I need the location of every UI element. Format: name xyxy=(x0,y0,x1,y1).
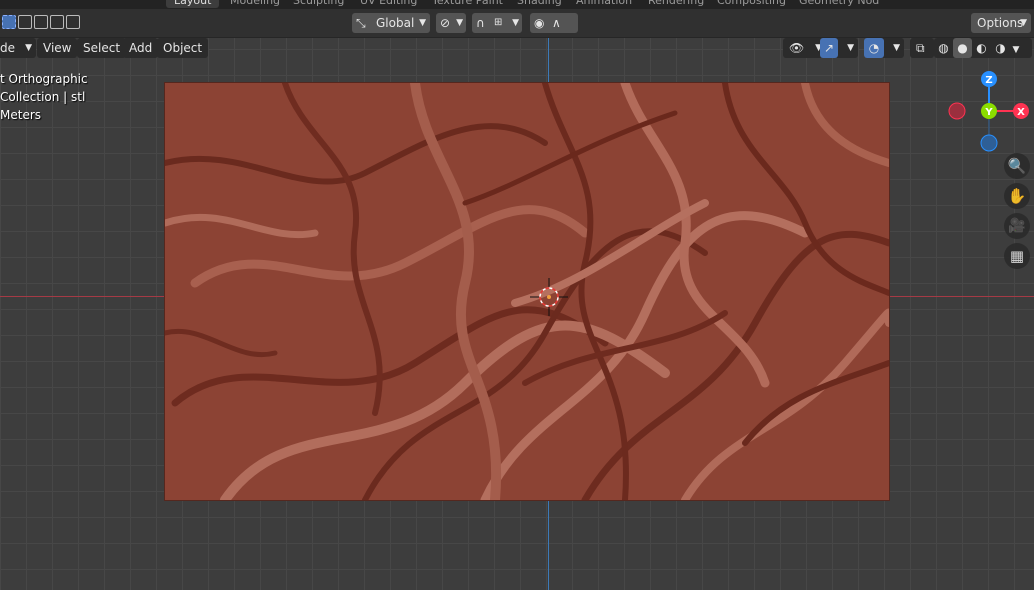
tab-layout[interactable]: Layout xyxy=(166,0,220,8)
pan-button[interactable]: ✋ xyxy=(1004,183,1030,209)
pivot-icon: ⊘ xyxy=(440,16,451,30)
gizmo-icon[interactable]: ↗ xyxy=(820,38,838,58)
proportional-edit-group[interactable]: ◉ ∧ xyxy=(530,13,578,33)
wireframe-shading-icon[interactable]: ◍ xyxy=(934,38,953,58)
ortho-toggle-button[interactable]: ▦ xyxy=(1004,243,1030,269)
textured-plane-object[interactable] xyxy=(165,83,889,500)
chevron-down-icon: ▼ xyxy=(25,43,32,53)
select-subtract-icon[interactable] xyxy=(34,15,48,29)
chevron-down-icon: ▼ xyxy=(1020,18,1027,28)
mode-dropdown[interactable]: de ▼ xyxy=(0,38,36,58)
snap-group[interactable]: ∩ ⊞ ▼ xyxy=(472,13,522,33)
shading-mode-group[interactable]: ◍ ● ◐ ◑ ▼ xyxy=(934,38,1032,58)
tab-compositing[interactable]: Compositing xyxy=(717,0,786,8)
gizmo-x-label: X xyxy=(1017,107,1025,118)
tab-uv-editing[interactable]: UV Editing xyxy=(360,0,417,8)
tab-sculpting[interactable]: Sculpting xyxy=(293,0,344,8)
tab-texture-paint[interactable]: Texture Paint xyxy=(432,0,503,8)
3d-cursor-icon[interactable] xyxy=(530,278,568,316)
orientation-icon: ⤡ xyxy=(356,16,366,30)
chevron-down-icon[interactable]: ▼ xyxy=(1010,40,1022,60)
xray-icon: ⧉ xyxy=(916,41,925,55)
options-label: Options xyxy=(977,16,1024,30)
overlays-icon[interactable]: ◔ xyxy=(864,38,884,58)
add-menu[interactable]: Add xyxy=(123,38,159,58)
camera-view-button[interactable]: 🎥 xyxy=(1004,213,1030,239)
chevron-down-icon: ▼ xyxy=(847,43,854,53)
gizmo-toggle-group[interactable]: ↗ ▼ xyxy=(820,38,858,58)
gizmo-z-label: Z xyxy=(985,75,992,86)
xray-toggle[interactable]: ⧉ xyxy=(910,38,934,58)
rendered-shading-icon[interactable]: ◑ xyxy=(991,38,1010,58)
tab-modeling[interactable]: Modeling xyxy=(230,0,280,8)
select-extend-icon[interactable] xyxy=(18,15,32,29)
gizmo-y-label: Y xyxy=(984,107,993,118)
neg-z-axis-icon xyxy=(980,134,998,152)
flame-relief-texture xyxy=(165,83,889,500)
overlays-toggle-group[interactable]: ◔ ▼ xyxy=(864,38,904,58)
select-mode-group[interactable] xyxy=(2,13,82,33)
select-difference-icon[interactable] xyxy=(50,15,64,29)
viewport-header: de ▼ View Select Add Object 👁 ▼ ↗ ▼ ◔ ▼ … xyxy=(0,37,1034,59)
navigation-gizmo[interactable]: Z Y X xyxy=(944,66,1034,156)
hand-pan-icon: ✋ xyxy=(1007,187,1027,205)
falloff-icon[interactable]: ∧ xyxy=(552,13,561,33)
collection-text: Collection | stl xyxy=(0,90,86,104)
units-text: Meters xyxy=(0,108,42,122)
options-dropdown[interactable]: Options ▼ xyxy=(971,13,1031,33)
viewport-info-overlay: t Orthographic Collection | stl Meters xyxy=(0,70,88,124)
grid-view-icon: ▦ xyxy=(1009,247,1025,265)
view-menu[interactable]: View xyxy=(37,38,78,58)
chevron-down-icon: ▼ xyxy=(512,18,519,28)
chevron-down-icon: ▼ xyxy=(456,18,463,28)
workspace-tab-bar: Layout Modeling Sculpting UV Editing Tex… xyxy=(0,0,1034,9)
zoom-button[interactable]: 🔍 xyxy=(1004,153,1030,179)
camera-icon: 🎥 xyxy=(1008,218,1026,234)
chevron-down-icon: ▼ xyxy=(893,43,900,53)
neg-x-axis-icon xyxy=(948,102,966,120)
eye-icon: 👁 xyxy=(789,41,805,55)
transform-orientation-dropdown[interactable]: ⤡ Global ▼ xyxy=(352,13,430,33)
snap-magnet-icon[interactable]: ∩ xyxy=(476,13,485,33)
proportional-edit-icon[interactable]: ◉ xyxy=(534,13,544,33)
visibility-dropdown[interactable]: 👁 ▼ xyxy=(783,38,825,58)
view-name-text: t Orthographic xyxy=(0,72,88,86)
tab-animation[interactable]: Animation xyxy=(576,0,632,8)
chevron-down-icon: ▼ xyxy=(419,18,426,28)
tab-geometry-nodes[interactable]: Geometry Nod xyxy=(799,0,879,8)
object-menu[interactable]: Object xyxy=(157,38,209,58)
select-box-icon[interactable] xyxy=(2,15,16,29)
solid-shading-icon[interactable]: ● xyxy=(953,38,972,58)
pivot-dropdown[interactable]: ⊘ ▼ xyxy=(436,13,466,33)
orientation-label: Global xyxy=(376,16,415,30)
tab-rendering[interactable]: Rendering xyxy=(648,0,704,8)
mode-label: de xyxy=(0,41,15,55)
zoom-icon: 🔍 xyxy=(1007,157,1027,175)
tool-header: ⤡ Global ▼ ⊘ ▼ ∩ ⊞ ▼ ◉ ∧ Options ▼ xyxy=(0,9,1034,38)
select-menu[interactable]: Select xyxy=(77,38,127,58)
select-intersect-icon[interactable] xyxy=(66,15,80,29)
material-shading-icon[interactable]: ◐ xyxy=(972,38,991,58)
snap-target-icon[interactable]: ⊞ xyxy=(494,13,502,33)
tab-shading[interactable]: Shading xyxy=(517,0,562,8)
